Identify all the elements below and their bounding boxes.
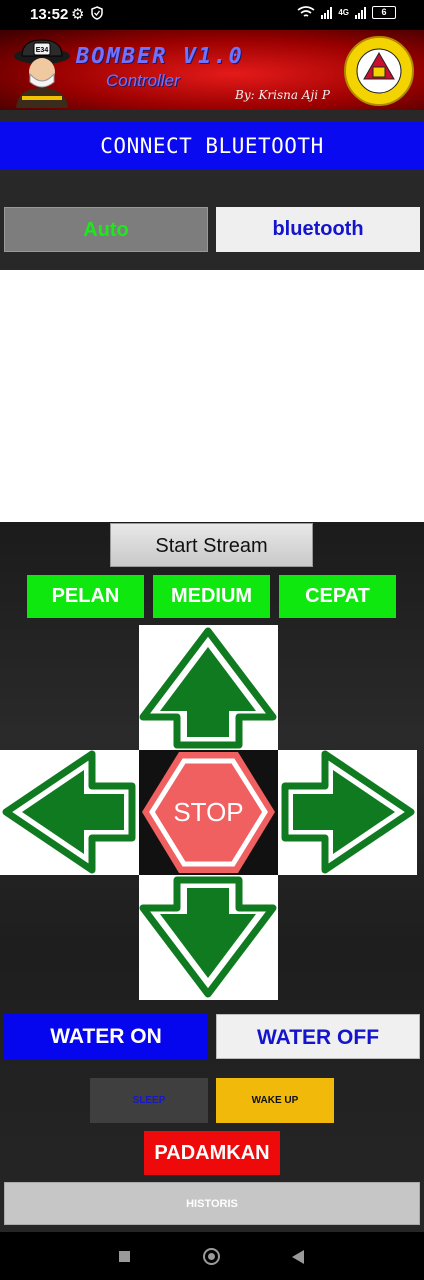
status-time: 13:52 bbox=[30, 6, 69, 23]
arrow-left-icon bbox=[2, 750, 136, 874]
wifi-icon bbox=[297, 6, 315, 17]
status-bar: 13:52 ⚙ 4G 6 bbox=[0, 0, 424, 30]
arrow-down-icon bbox=[139, 876, 277, 998]
start-stream-button[interactable]: Start Stream bbox=[110, 523, 313, 567]
move-forward-button[interactable] bbox=[139, 625, 278, 750]
battery-icon: 6 bbox=[372, 6, 396, 19]
stop-sign-icon: STOP bbox=[142, 752, 275, 873]
network-type: 4G bbox=[338, 8, 349, 17]
connect-bluetooth-button[interactable]: CONNECT BLUETOOTH bbox=[0, 122, 424, 170]
mode-auto-button[interactable]: Auto bbox=[4, 207, 208, 252]
mode-bluetooth-button[interactable]: bluetooth bbox=[216, 207, 420, 252]
arrow-right-icon bbox=[281, 750, 415, 874]
recent-apps-icon[interactable] bbox=[119, 1251, 130, 1262]
arrow-up-icon bbox=[139, 627, 277, 749]
history-button[interactable]: HISTORIS bbox=[4, 1182, 420, 1225]
sleep-button[interactable]: SLEEP bbox=[90, 1078, 208, 1123]
speed-fast-button[interactable]: CEPAT bbox=[279, 575, 396, 618]
speed-slow-button[interactable]: PELAN bbox=[27, 575, 144, 618]
move-backward-button[interactable] bbox=[139, 875, 278, 1000]
university-seal bbox=[344, 36, 414, 106]
firefighter-logo: E34 bbox=[14, 39, 70, 108]
app-title: BOMBER V1.0 bbox=[76, 44, 244, 69]
stop-label: STOP bbox=[173, 797, 243, 827]
app-banner: E34 BOMBER V1.0 Controller By: Krisna Aj… bbox=[0, 30, 424, 110]
water-on-button[interactable]: WATER ON bbox=[4, 1014, 208, 1059]
speed-medium-button[interactable]: MEDIUM bbox=[153, 575, 270, 618]
video-stream-view bbox=[0, 270, 424, 522]
settings-icon: ⚙ bbox=[71, 6, 85, 23]
shield-icon bbox=[91, 6, 103, 20]
author-credit: By: Krisna Aji P bbox=[235, 88, 330, 102]
wake-up-button[interactable]: WAKE UP bbox=[216, 1078, 334, 1123]
home-icon[interactable] bbox=[203, 1248, 220, 1265]
app-subtitle: Controller bbox=[106, 71, 180, 90]
helmet-badge: E34 bbox=[36, 47, 49, 54]
stop-button[interactable]: STOP bbox=[139, 750, 278, 875]
move-left-button[interactable] bbox=[0, 750, 139, 875]
signal-icon-2 bbox=[355, 6, 366, 19]
back-icon[interactable] bbox=[292, 1250, 304, 1264]
extinguish-button[interactable]: PADAMKAN bbox=[144, 1131, 280, 1175]
water-off-button[interactable]: WATER OFF bbox=[216, 1014, 420, 1059]
signal-icon bbox=[321, 6, 333, 19]
move-right-button[interactable] bbox=[278, 750, 417, 875]
